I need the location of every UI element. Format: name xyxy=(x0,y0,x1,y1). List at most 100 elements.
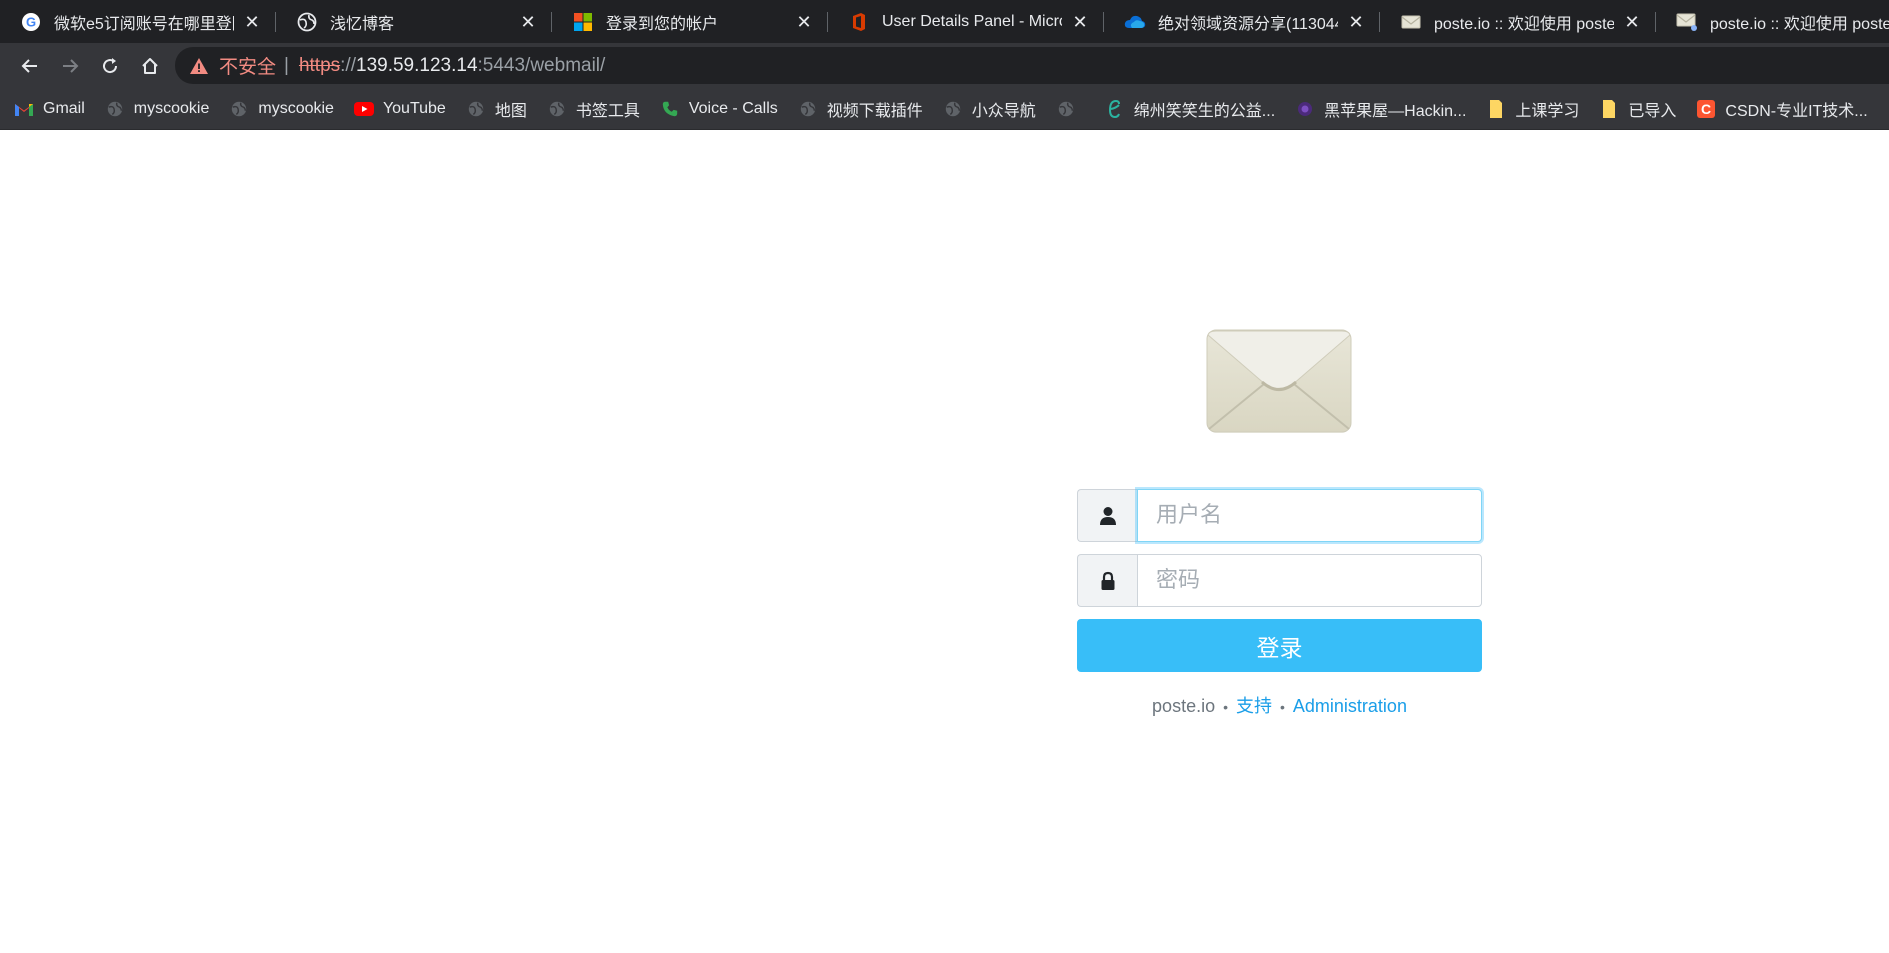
tab-title: poste.io :: 欢迎使用 poste.io xyxy=(1710,15,1889,33)
bookmark-niche-nav[interactable]: 小众导航 xyxy=(943,97,1036,121)
bookmark-label: 黑苹果屋—Hackin... xyxy=(1324,102,1467,120)
bookmark-map[interactable]: 地图 xyxy=(466,97,527,121)
password-addon xyxy=(1077,554,1137,607)
forward-button[interactable] xyxy=(50,48,90,84)
globe-icon xyxy=(943,99,963,119)
gmail-icon xyxy=(14,99,34,119)
globe-icon xyxy=(105,99,125,119)
e-logo-icon xyxy=(1105,99,1125,119)
tab-qianyi-blog[interactable]: 浅忆博客 ✕ xyxy=(276,0,552,43)
security-label[interactable]: 不安全 xyxy=(219,52,276,79)
bookmark-label: Gmail xyxy=(43,99,85,117)
browser-toolbar: 不安全 | https://139.59.123.14:5443/webmail… xyxy=(0,43,1889,88)
bookmark-mianzhou[interactable]: 绵州笑笑生的公益... xyxy=(1105,97,1275,121)
bookmark-folder-class[interactable]: 上课学习 xyxy=(1486,97,1579,121)
close-icon[interactable]: ✕ xyxy=(1622,12,1642,32)
arrow-left-icon xyxy=(21,58,37,73)
bookmark-label: 小众导航 xyxy=(971,102,1036,120)
bookmark-tools[interactable]: 书签工具 xyxy=(547,97,640,121)
administration-link[interactable]: Administration xyxy=(1293,696,1407,716)
svg-text:C: C xyxy=(1701,101,1711,117)
tab-microsoft-login[interactable]: 登录到您的帐户 ✕ xyxy=(552,0,828,43)
bookmark-folder-imported[interactable]: 已导入 xyxy=(1599,97,1676,121)
bookmark-label: 书签工具 xyxy=(575,102,640,120)
support-link[interactable]: 支持 xyxy=(1236,696,1272,716)
bookmarks-bar: Gmail myscookie myscookie YouTube 地图 书签工… xyxy=(0,88,1889,130)
close-icon[interactable]: ✕ xyxy=(242,12,262,32)
bookmark-label: 视频下载插件 xyxy=(826,102,923,120)
tab-google-search[interactable]: G 微软e5订阅账号在哪里登陆 - Google 搜索 ✕ xyxy=(0,0,276,43)
bookmark-label: Voice - Calls xyxy=(688,99,778,117)
separator-dot: • xyxy=(1223,699,1228,715)
bookmark-youtube[interactable]: YouTube xyxy=(353,99,446,119)
warning-icon xyxy=(190,57,208,74)
tab-strip: G 微软e5订阅账号在哪里登陆 - Google 搜索 ✕ 浅忆博客 ✕ 登录到… xyxy=(0,0,1889,43)
tab-title: 绝对领域资源分享(113044490) xyxy=(1158,15,1338,33)
close-icon[interactable]: ✕ xyxy=(794,12,814,32)
tab-user-details[interactable]: User Details Panel - Microsoft ✕ xyxy=(828,0,1104,43)
user-icon xyxy=(1099,506,1116,525)
separator-dot: • xyxy=(1280,699,1285,715)
google-icon: G xyxy=(20,11,42,33)
home-button[interactable] xyxy=(130,48,170,84)
tab-title: poste.io :: 欢迎使用 poste.io xyxy=(1434,15,1614,33)
bookmark-label: myscookie xyxy=(258,99,334,117)
bookmark-label: CSDN-专业IT技术... xyxy=(1725,102,1868,120)
bookmark-gmail[interactable]: Gmail xyxy=(14,99,85,119)
globe-icon xyxy=(1056,99,1076,119)
globe-icon xyxy=(798,99,818,119)
envelope-icon xyxy=(1400,11,1422,33)
tab-resource-share[interactable]: 绝对领域资源分享(113044490) ✕ xyxy=(1104,0,1380,43)
purple-circle-icon xyxy=(1295,99,1315,119)
tab-title: 浅忆博客 xyxy=(330,15,395,33)
webmail-login-page: 登录 poste.io • 支持 • Administration xyxy=(0,131,1889,953)
footer-links: poste.io • 支持 • Administration xyxy=(1077,692,1482,718)
onedrive-icon xyxy=(1124,11,1146,33)
globe-icon xyxy=(229,99,249,119)
bookmark-video-plugin[interactable]: 视频下载插件 xyxy=(798,97,923,121)
bookmark-hackintosh[interactable]: 黑苹果屋—Hackin... xyxy=(1295,97,1466,121)
bookmark-label: 地图 xyxy=(494,102,527,120)
bookmark-voice-calls[interactable]: Voice - Calls xyxy=(660,99,778,119)
envelope-icon xyxy=(1676,11,1698,33)
url-scheme: https xyxy=(298,54,341,76)
tab-poste-welcome-active[interactable]: poste.io :: 欢迎使用 poste.io xyxy=(1656,0,1889,43)
close-icon[interactable]: ✕ xyxy=(1070,12,1090,32)
arrow-right-icon xyxy=(63,58,79,73)
close-icon[interactable]: ✕ xyxy=(1346,12,1366,32)
brand-label: poste.io xyxy=(1152,696,1216,716)
login-button[interactable]: 登录 xyxy=(1077,619,1482,672)
bookmark-unnamed[interactable] xyxy=(1056,99,1085,119)
folder-icon xyxy=(1486,99,1506,119)
url-host: 139.59.123.14 xyxy=(356,54,478,76)
bookmark-label: 绵州笑笑生的公益... xyxy=(1133,102,1276,120)
omnibox-separator: | xyxy=(284,54,289,76)
microsoft-icon xyxy=(572,11,594,33)
url-scheme-separator: :// xyxy=(340,54,356,76)
reload-button[interactable] xyxy=(90,48,130,84)
close-icon[interactable]: ✕ xyxy=(518,12,538,32)
home-icon xyxy=(142,57,158,74)
login-form: 登录 xyxy=(1077,489,1482,672)
csdn-icon: C xyxy=(1696,99,1716,119)
folder-icon xyxy=(1599,99,1619,119)
back-button[interactable] xyxy=(10,48,50,84)
bookmark-csdn[interactable]: C CSDN-专业IT技术... xyxy=(1696,97,1868,121)
globe-icon xyxy=(296,11,318,33)
youtube-icon xyxy=(353,99,374,119)
lock-icon xyxy=(1101,571,1114,590)
password-group xyxy=(1077,554,1482,607)
bookmark-label: 上课学习 xyxy=(1515,102,1580,120)
bookmark-myscookie-1[interactable]: myscookie xyxy=(105,99,210,119)
tab-poste-welcome[interactable]: poste.io :: 欢迎使用 poste.io ✕ xyxy=(1380,0,1656,43)
bookmark-myscookie-2[interactable]: myscookie xyxy=(229,99,334,119)
address-bar[interactable]: 不安全 | https://139.59.123.14:5443/webmail… xyxy=(175,47,1889,84)
url-path: :5443/webmail/ xyxy=(477,54,606,76)
bookmark-label: 已导入 xyxy=(1628,102,1677,120)
tab-title: 登录到您的帐户 xyxy=(606,15,719,33)
username-input[interactable] xyxy=(1137,489,1482,542)
tab-title: User Details Panel - Microsoft xyxy=(882,12,1062,30)
bookmark-label: myscookie xyxy=(133,99,210,117)
globe-icon xyxy=(547,99,567,119)
password-input[interactable] xyxy=(1137,554,1482,607)
